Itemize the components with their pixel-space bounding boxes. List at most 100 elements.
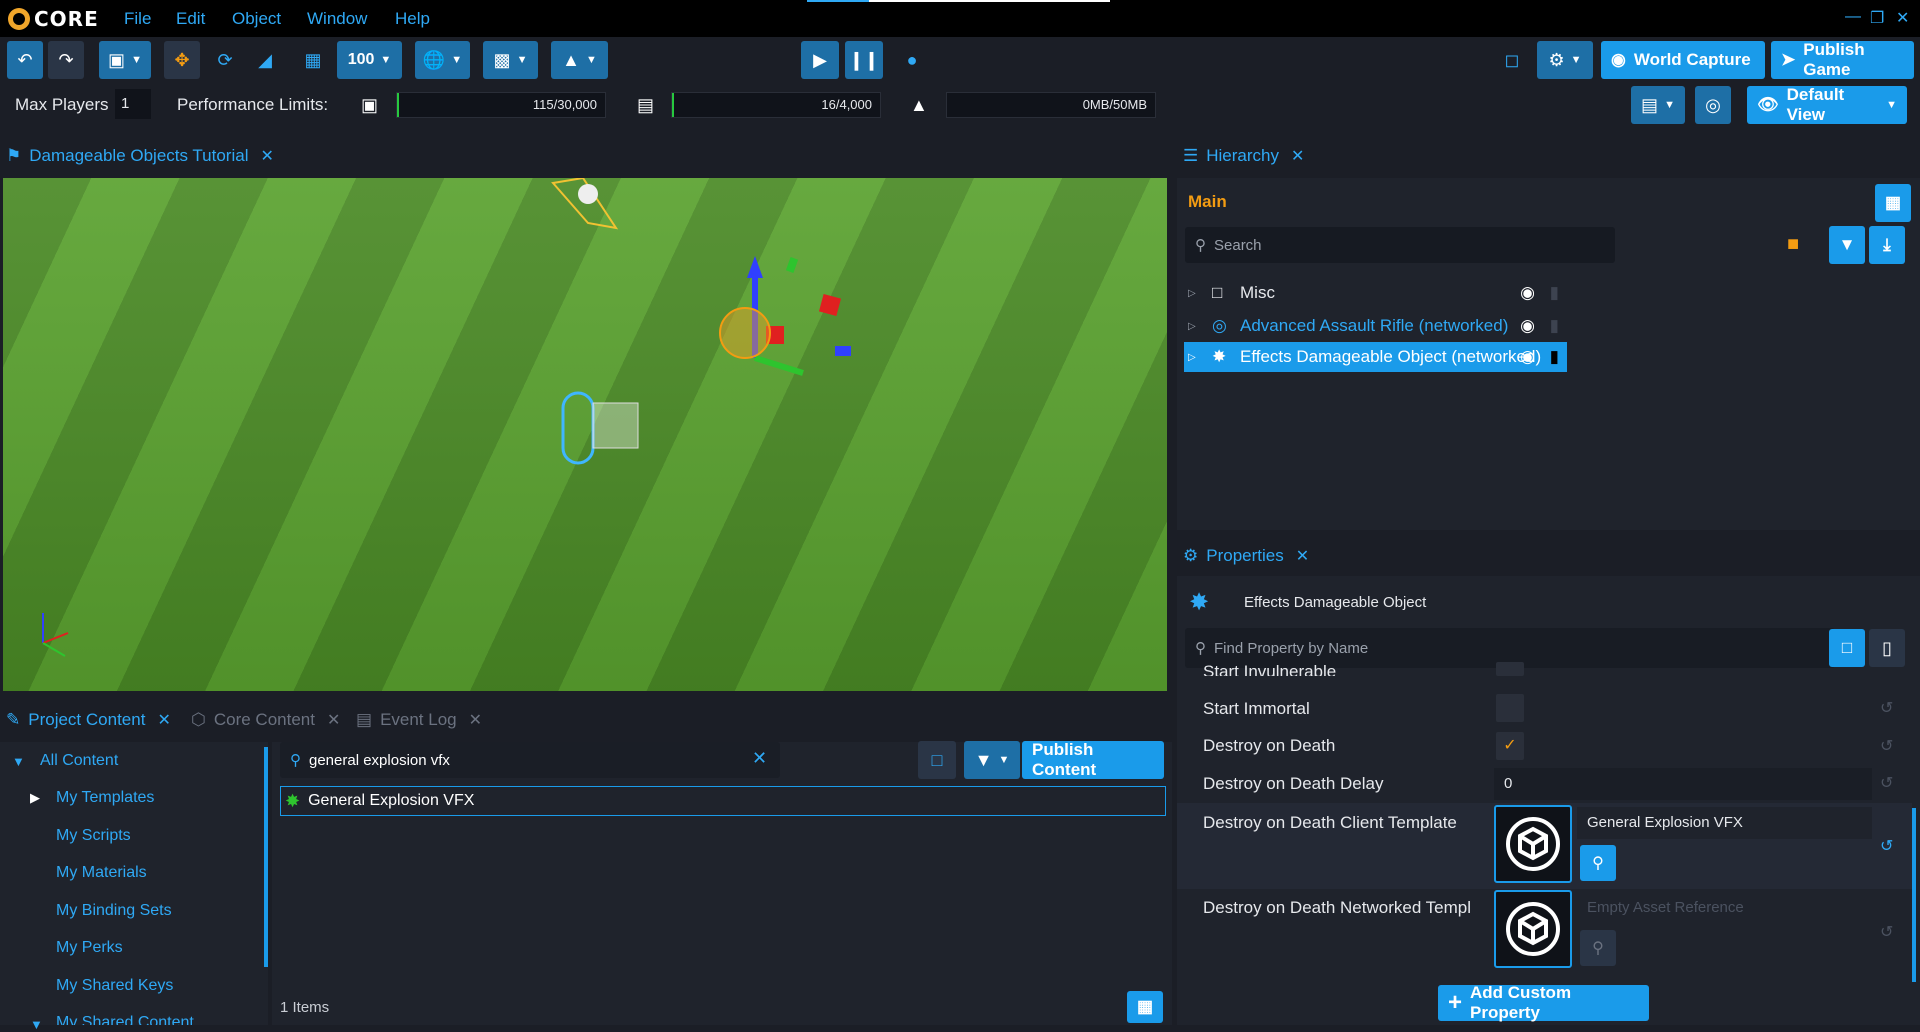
content-filter-dropdown[interactable]: ▼ ▼	[964, 741, 1020, 779]
world-capture-button[interactable]: ◉ World Capture	[1601, 41, 1765, 79]
tab-project-content[interactable]: ✎ Project Content ✕	[0, 700, 171, 740]
tree-scrollbar[interactable]	[264, 747, 268, 967]
move-icon: ✥	[174, 49, 190, 70]
reset-icon[interactable]: ↺	[1880, 698, 1893, 718]
networked-template-field[interactable]: Empty Asset Reference	[1577, 892, 1872, 924]
tree-my-perks[interactable]: My Perks	[56, 939, 123, 957]
reset-icon[interactable]: ↺	[1880, 836, 1893, 856]
eye-icon[interactable]: ◉	[1520, 316, 1535, 336]
menu-window[interactable]: Window	[307, 9, 367, 29]
client-template-field[interactable]: General Explosion VFX	[1577, 807, 1872, 839]
close-icon[interactable]: ✕	[157, 710, 170, 730]
close-icon[interactable]: ✕	[260, 146, 273, 166]
destroy-on-death-delay-input[interactable]: 0	[1494, 768, 1872, 800]
publish-content-button[interactable]: Publish Content	[1022, 740, 1164, 779]
hierarchy-item-effects-damageable[interactable]: ▷ ✸ Effects Damageable Object (networked…	[1184, 342, 1567, 372]
add-custom-property-button[interactable]: + Add Custom Property	[1438, 983, 1649, 1022]
tab-viewport[interactable]: ⚑ Damageable Objects Tutorial ✕	[0, 136, 274, 176]
grid-toggle-button[interactable]: ▦	[295, 41, 331, 79]
close-icon[interactable]: ✕	[327, 710, 340, 730]
collapse-button[interactable]: ⤓	[1869, 226, 1905, 264]
world-space-dropdown[interactable]: 🌐 ▼	[415, 41, 470, 79]
menu-help[interactable]: Help	[395, 9, 430, 29]
copy-properties-button[interactable]: □	[1829, 629, 1865, 667]
open-folder-button[interactable]: □	[918, 741, 956, 779]
redo-button[interactable]: ↷	[48, 41, 84, 79]
hierarchy-item-misc[interactable]: ▷ □ Misc ◉ ▮	[1184, 278, 1567, 308]
viewport-tab-label: Damageable Objects Tutorial	[29, 146, 249, 165]
tree-my-scripts[interactable]: My Scripts	[56, 827, 131, 845]
networked-template-label: Destroy on Death Networked Templ	[1203, 898, 1472, 917]
grid-icon: ▦	[304, 49, 322, 70]
select-mode-button[interactable]: ▣ ▼	[99, 41, 151, 79]
screen-preview-button[interactable]: ◻	[1493, 41, 1531, 79]
client-template-thumbnail[interactable]	[1494, 805, 1572, 883]
start-invulnerable-checkbox[interactable]	[1496, 662, 1524, 676]
grid-view-button[interactable]: ▦	[1127, 991, 1163, 1023]
content-search-input[interactable]: ⚲ general explosion vfx	[280, 742, 780, 778]
publish-game-button[interactable]: ➤ Publish Game	[1771, 40, 1914, 79]
close-icon[interactable]: ✕	[469, 710, 482, 730]
filter-button[interactable]: ▼	[1829, 226, 1865, 264]
snap-dropdown[interactable]: ▩ ▼	[483, 41, 538, 79]
reset-icon[interactable]: ↺	[1880, 922, 1893, 942]
grid-size-dropdown[interactable]: 100 ▼	[337, 41, 402, 79]
save-dropdown[interactable]: ▤ ▼	[1631, 86, 1685, 124]
screen-icon: ◻	[1504, 49, 1520, 70]
scene-viewport[interactable]	[3, 178, 1167, 691]
scale-tool-button[interactable]: ◢	[247, 41, 283, 79]
lock-icon[interactable]: ▮	[1550, 347, 1559, 367]
default-view-dropdown[interactable]: 👁 Default View ▼	[1747, 85, 1907, 124]
lock-icon[interactable]: ▮	[1550, 316, 1559, 336]
play-button[interactable]: ▶	[801, 41, 839, 79]
rotate-tool-button[interactable]: ⟳	[207, 41, 243, 79]
destroy-on-death-checkbox[interactable]: ✓	[1496, 732, 1524, 760]
networked-template-thumbnail[interactable]	[1494, 890, 1572, 968]
close-icon[interactable]: ✕	[1291, 146, 1304, 166]
restore-icon[interactable]: ❐	[1870, 8, 1884, 28]
networked-template-locate-button[interactable]: ⚲	[1580, 930, 1616, 966]
paste-properties-button[interactable]: ▯	[1869, 629, 1905, 667]
move-tool-button[interactable]: ✥	[164, 41, 200, 79]
multiplayer-preview-button[interactable]: ●	[893, 41, 931, 79]
tree-my-materials[interactable]: My Materials	[56, 864, 147, 882]
tab-event-log[interactable]: ▤ Event Log ✕	[350, 700, 482, 740]
tree-my-binding-sets[interactable]: My Binding Sets	[56, 902, 172, 920]
tab-core-content[interactable]: ⬡ Core Content ✕	[185, 700, 340, 740]
capture-settings-dropdown[interactable]: ⚙ ▼	[1537, 41, 1593, 79]
menu-file[interactable]: File	[124, 9, 151, 29]
eye-icon[interactable]: ◉	[1520, 283, 1535, 303]
reset-icon[interactable]: ↺	[1880, 736, 1893, 756]
template-icon[interactable]: ■	[1787, 233, 1799, 256]
pause-button[interactable]: ❙❙	[845, 41, 883, 79]
undo-button[interactable]: ↶	[7, 41, 43, 79]
player-dropdown[interactable]: ▲ ▼	[551, 41, 608, 79]
lock-icon[interactable]: ▮	[1550, 283, 1559, 303]
minimize-icon[interactable]: —	[1845, 8, 1861, 26]
help-button[interactable]: ◎	[1695, 86, 1731, 124]
tree-my-shared-content[interactable]: My Shared Content	[56, 1014, 194, 1025]
properties-scrollbar[interactable]	[1912, 808, 1916, 982]
tree-my-shared-keys[interactable]: My Shared Keys	[56, 977, 173, 995]
clear-search-icon[interactable]: ✕	[752, 748, 767, 769]
clipboard-icon: ▯	[1882, 637, 1892, 658]
object-name-input[interactable]: Effects Damageable Object	[1234, 586, 1904, 620]
close-icon[interactable]: ✕	[1296, 546, 1309, 566]
content-result-item[interactable]: ✸ General Explosion VFX	[280, 786, 1166, 816]
tree-all-content[interactable]: All Content	[40, 752, 118, 770]
hierarchy-search-input[interactable]: ⚲ Search	[1185, 227, 1615, 263]
add-folder-button[interactable]: ▦	[1875, 184, 1911, 222]
max-players-input[interactable]: 1	[115, 89, 151, 119]
reset-icon[interactable]: ↺	[1880, 773, 1893, 793]
hierarchy-item-rifle[interactable]: ▷ ◎ Advanced Assault Rifle (networked) ◉…	[1184, 311, 1567, 341]
tree-my-templates[interactable]: My Templates	[56, 789, 154, 807]
start-immortal-checkbox[interactable]	[1496, 694, 1524, 722]
tab-hierarchy[interactable]: ☰ Hierarchy ✕	[1177, 136, 1304, 176]
client-template-locate-button[interactable]: ⚲	[1580, 845, 1616, 881]
menu-object[interactable]: Object	[232, 9, 281, 29]
tab-properties[interactable]: ⚙ Properties ✕	[1177, 536, 1309, 576]
eye-icon[interactable]: ◉	[1520, 347, 1535, 367]
menu-edit[interactable]: Edit	[176, 9, 205, 29]
close-icon[interactable]: ✕	[1896, 8, 1909, 28]
hierarchy-root[interactable]: Main	[1188, 192, 1227, 212]
